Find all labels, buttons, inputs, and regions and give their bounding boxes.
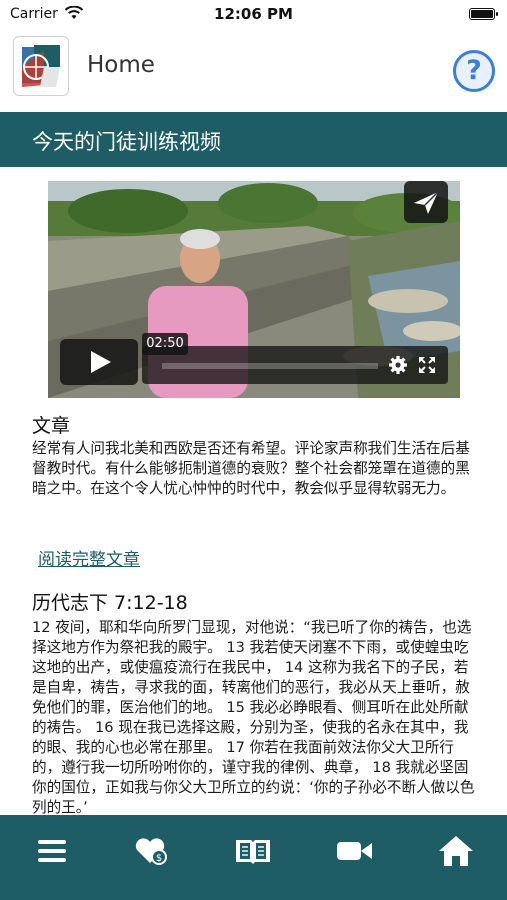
article-heading: 文章	[32, 415, 71, 437]
status-bar: Carrier 12:06 PM	[0, 0, 507, 30]
battery-icon	[469, 8, 498, 20]
video-player[interactable]: 02:50	[48, 181, 460, 398]
read-full-article-link[interactable]: 阅读完整文章	[38, 545, 140, 570]
progress-track[interactable]	[162, 363, 378, 369]
svg-text:$: $	[156, 853, 162, 864]
play-button[interactable]	[60, 339, 138, 385]
clock: 12:06 PM	[214, 5, 293, 23]
section-title: 今天的门徒训练视频	[32, 130, 221, 154]
bottom-nav: $	[0, 815, 507, 900]
video-camera-icon	[337, 842, 372, 860]
fullscreen-icon[interactable]	[418, 356, 436, 374]
app-logo	[13, 36, 69, 96]
menu-icon	[38, 840, 66, 862]
nav-giving[interactable]: $	[132, 833, 172, 869]
bible-book-icon	[236, 840, 270, 864]
scripture-text: 12 夜间，耶和华向所罗门显现，对他说：“我已听了你的祷告，也选择这地方作为祭祀…	[32, 619, 475, 814]
nav-home[interactable]	[436, 833, 476, 869]
nav-video[interactable]	[334, 833, 374, 869]
help-icon: ?	[466, 55, 482, 86]
section-header: 今天的门徒训练视频	[0, 112, 507, 167]
article-excerpt: 经常有人问我北美和西欧是否还有希望。评论家声称我们生活在后基督教时代。有什么能够…	[32, 440, 470, 497]
help-button[interactable]: ?	[453, 50, 495, 92]
giving-heart-icon: $	[135, 838, 167, 865]
home-icon	[439, 836, 473, 866]
send-icon	[414, 191, 439, 214]
page-title: Home	[87, 52, 155, 78]
nav-bible[interactable]	[233, 833, 273, 869]
video-time-tooltip: 02:50	[142, 333, 188, 355]
share-button[interactable]	[404, 181, 448, 223]
nav-menu[interactable]	[32, 833, 72, 869]
scripture-reference: 历代志下 7:12-18	[32, 592, 188, 614]
app-header: Home ?	[0, 30, 507, 110]
settings-gear-icon[interactable]	[388, 355, 408, 375]
